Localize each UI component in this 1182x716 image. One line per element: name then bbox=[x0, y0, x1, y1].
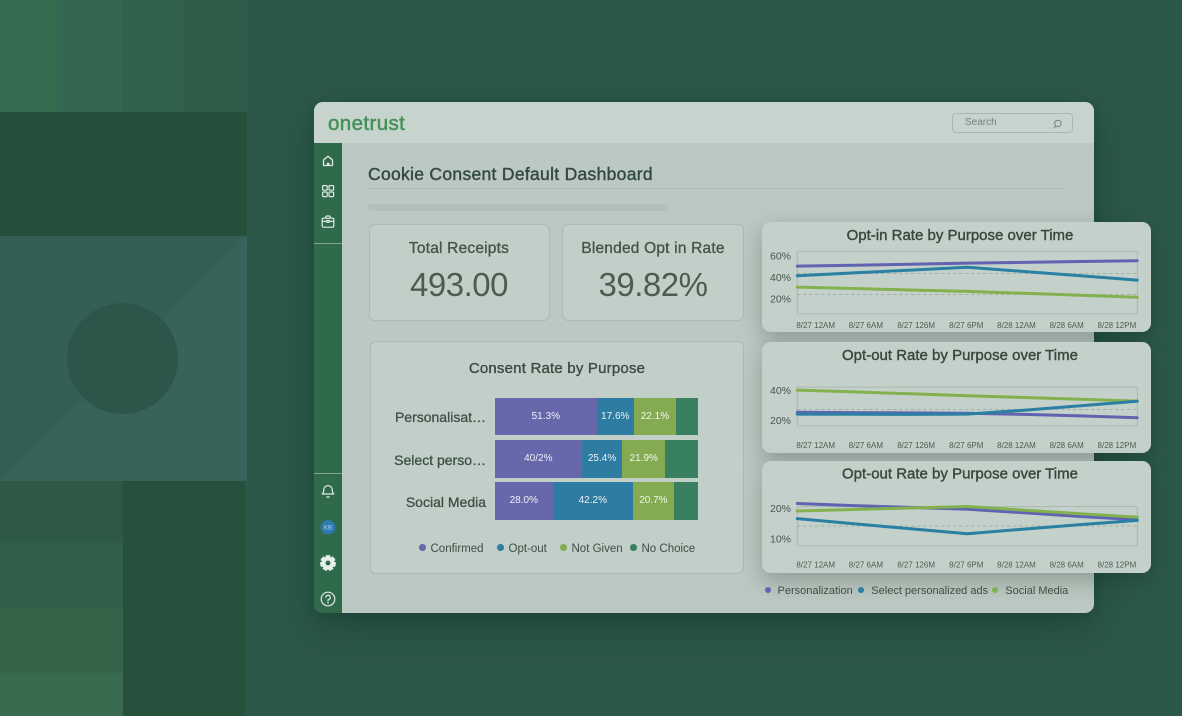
svg-text:onetrust: onetrust bbox=[328, 112, 405, 135]
svg-text:8/27 126M: 8/27 126M bbox=[897, 440, 935, 449]
svg-text:8/27 6PM: 8/27 6PM bbox=[949, 560, 984, 569]
svg-text:8/28 12AM: 8/28 12AM bbox=[997, 560, 1036, 569]
svg-text:Opt-in Rate by Purpose over Ti: Opt-in Rate by Purpose over Time bbox=[847, 227, 1074, 244]
svg-text:40%: 40% bbox=[770, 385, 791, 397]
svg-text:8/28 6AM: 8/28 6AM bbox=[1050, 321, 1085, 330]
svg-text:60%: 60% bbox=[770, 250, 791, 262]
svg-text:8/28 6AM: 8/28 6AM bbox=[1050, 560, 1085, 569]
svg-text:40%: 40% bbox=[770, 271, 791, 283]
svg-text:20%: 20% bbox=[770, 415, 791, 427]
svg-text:8/27 6AM: 8/27 6AM bbox=[849, 560, 884, 569]
svg-text:8/28 12AM: 8/28 12AM bbox=[997, 321, 1036, 330]
svg-text:8/28 6AM: 8/28 6AM bbox=[1050, 440, 1085, 449]
svg-text:8/27 12AM: 8/27 12AM bbox=[796, 440, 835, 449]
svg-text:8/28 12PM: 8/28 12PM bbox=[1098, 440, 1137, 449]
svg-text:8/27 6PM: 8/27 6PM bbox=[949, 440, 984, 449]
svg-text:Opt-out Rate by Purpose over T: Opt-out Rate by Purpose over Time bbox=[842, 465, 1078, 482]
svg-text:8/28 12AM: 8/28 12AM bbox=[997, 440, 1036, 449]
svg-text:8/27 12AM: 8/27 12AM bbox=[796, 560, 835, 569]
svg-text:8/27 6AM: 8/27 6AM bbox=[849, 440, 884, 449]
svg-text:8/27 6PM: 8/27 6PM bbox=[949, 321, 984, 330]
svg-text:8/28 12PM: 8/28 12PM bbox=[1098, 321, 1137, 330]
svg-text:8/27 6AM: 8/27 6AM bbox=[849, 321, 884, 330]
svg-text:20%: 20% bbox=[770, 503, 791, 515]
svg-text:8/27 126M: 8/27 126M bbox=[897, 560, 935, 569]
svg-text:Opt-out Rate by Purpose over T: Opt-out Rate by Purpose over Time bbox=[842, 347, 1078, 364]
svg-text:KB: KB bbox=[324, 525, 332, 532]
svg-text:8/27 126M: 8/27 126M bbox=[897, 321, 935, 330]
svg-text:10%: 10% bbox=[770, 533, 791, 545]
svg-text:8/28 12PM: 8/28 12PM bbox=[1098, 560, 1137, 569]
svg-text:20%: 20% bbox=[770, 293, 791, 305]
svg-text:8/27 12AM: 8/27 12AM bbox=[796, 321, 835, 330]
